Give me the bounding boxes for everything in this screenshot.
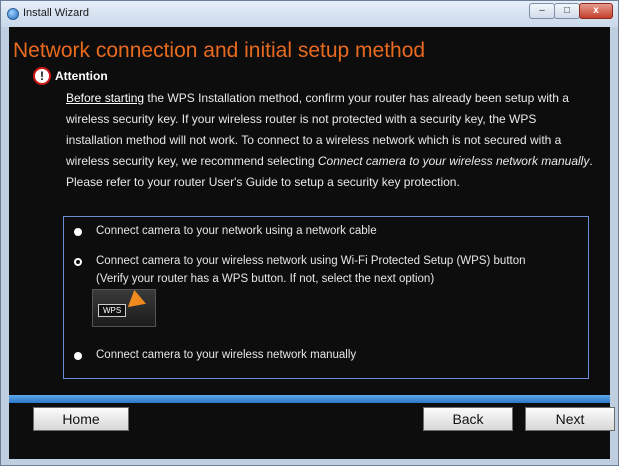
home-button[interactable]: Home bbox=[33, 407, 129, 431]
radio-button-selected[interactable] bbox=[74, 258, 82, 266]
window-title: Install Wizard bbox=[23, 7, 90, 19]
back-button[interactable]: Back bbox=[423, 407, 513, 431]
option-label: Connect camera to your wireless network … bbox=[96, 349, 357, 361]
option-sublabel: (Verify your router has a WPS button. If… bbox=[96, 273, 435, 285]
title-bar: Install Wizard – □ x bbox=[1, 1, 618, 27]
attention-label: Attention bbox=[55, 69, 108, 83]
footer-divider bbox=[9, 395, 610, 403]
attention-paragraph: Before starting the WPS Installation met… bbox=[66, 88, 596, 193]
wps-label: WPS bbox=[98, 304, 127, 317]
app-icon bbox=[7, 8, 19, 20]
option-label: Connect camera to your network using a n… bbox=[96, 225, 377, 237]
paragraph-underlined: Before starting bbox=[66, 91, 145, 105]
option-label: Connect camera to your wireless network … bbox=[96, 255, 526, 267]
radio-button[interactable] bbox=[74, 228, 82, 236]
warning-icon: ! bbox=[33, 67, 51, 85]
wps-button-image: WPS bbox=[92, 289, 156, 327]
radio-button[interactable] bbox=[74, 352, 82, 360]
maximize-button[interactable]: □ bbox=[554, 3, 580, 19]
setup-method-options: Connect camera to your network using a n… bbox=[63, 216, 589, 379]
close-button[interactable]: x bbox=[579, 3, 613, 19]
minimize-button[interactable]: – bbox=[529, 3, 555, 19]
install-wizard-window: Install Wizard – □ x Network connection … bbox=[0, 0, 619, 466]
page-title: Network connection and initial setup met… bbox=[13, 39, 426, 62]
paragraph-italic: Connect camera to your wireless network … bbox=[317, 154, 590, 168]
next-button[interactable]: Next bbox=[525, 407, 615, 431]
